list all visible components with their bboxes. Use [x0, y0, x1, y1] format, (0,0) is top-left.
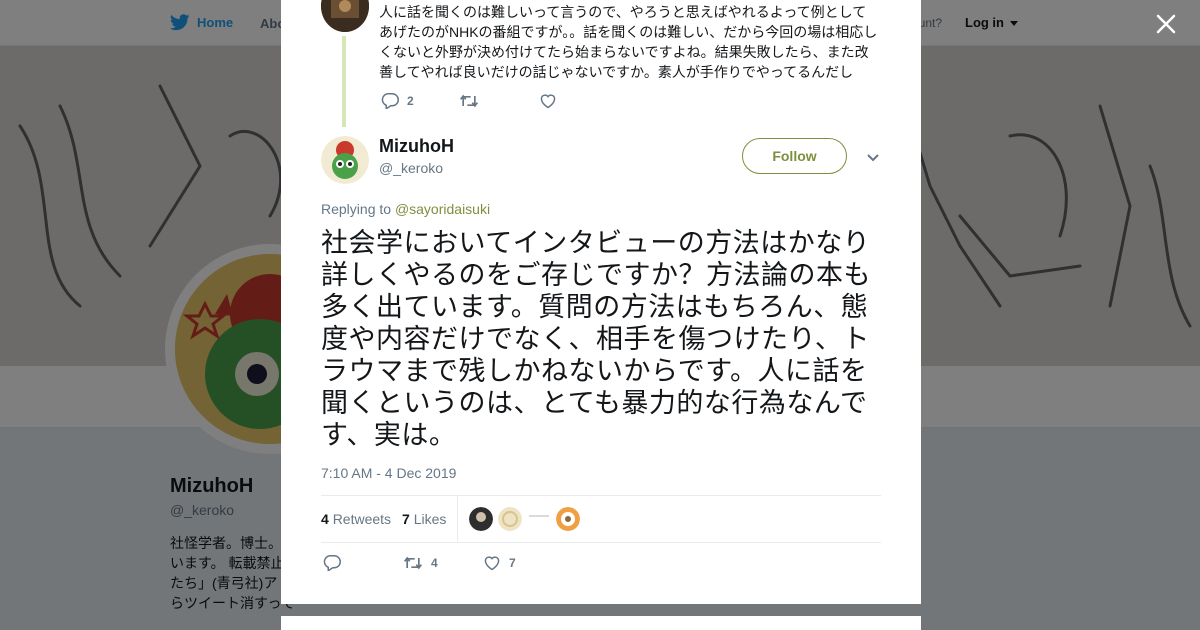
replying-prefix: Replying to [321, 201, 392, 217]
replying-mention-link[interactable]: @sayoridaisuki [395, 201, 490, 217]
parent-reply-button[interactable]: 2 [381, 92, 459, 109]
likes-stat[interactable]: 7 Likes [402, 511, 446, 527]
retweets-label: Retweets [332, 511, 392, 527]
author-name[interactable]: MizuhoH [379, 136, 454, 157]
retweets-stat[interactable]: 4 Retweets [321, 511, 391, 527]
parent-like-button[interactable] [539, 93, 565, 109]
liker-avatar[interactable] [527, 507, 551, 531]
parent-avatar-image [321, 0, 369, 32]
close-icon [1156, 14, 1176, 34]
like-icon [484, 555, 500, 570]
tweet-text: 社会学においてインタビューの方法はかなり詳しくやるのをご存じですか？方法論の本も… [321, 228, 871, 450]
author-handle[interactable]: @_keroko [379, 160, 443, 176]
modal-footer-edge [281, 616, 921, 630]
tweet-actions: 4 7 [323, 554, 516, 571]
tweet-menu-button[interactable] [865, 150, 881, 166]
reply-icon [381, 93, 399, 109]
like-button[interactable]: 7 [483, 555, 516, 571]
tweet-timestamp[interactable]: 7:10 AM - 4 Dec 2019 [321, 465, 456, 481]
parent-retweet-button[interactable] [459, 93, 539, 109]
parent-tweet-actions: 2 [381, 92, 565, 109]
author-avatar-image [321, 136, 369, 184]
retweet-count: 4 [431, 555, 438, 570]
thread-line [342, 36, 346, 127]
like-count: 7 [509, 555, 516, 570]
close-button[interactable] [1152, 10, 1180, 38]
retweet-icon [460, 94, 478, 107]
tweet-modal: 人に話を聞くのは難しいって言うので、やろうと思えばやれるよって例としてあげたのが… [281, 0, 921, 604]
reply-icon [323, 555, 341, 571]
parent-tweet-text: 人に話を聞くのは難しいって言うので、やろうと思えばやれるよって例としてあげたのが… [379, 4, 878, 80]
parent-tweet-avatar[interactable] [321, 0, 369, 32]
follow-button[interactable]: Follow [742, 138, 847, 174]
retweet-icon [404, 556, 422, 569]
parent-reply-count: 2 [407, 93, 414, 108]
like-icon [540, 93, 556, 108]
chevron-down-icon [867, 154, 879, 162]
liker-avatar[interactable] [556, 507, 580, 531]
likes-count: 7 [402, 511, 410, 527]
liker-avatar[interactable] [498, 507, 522, 531]
stats-divider [457, 496, 458, 542]
tweet-stats: 4 Retweets 7 Likes [321, 495, 881, 543]
liker-avatars [469, 507, 580, 531]
replying-to: Replying to @sayoridaisuki [321, 201, 490, 217]
author-avatar[interactable] [321, 136, 369, 184]
reply-button[interactable] [323, 554, 403, 571]
liker-avatar[interactable] [469, 507, 493, 531]
retweet-button[interactable]: 4 [403, 555, 483, 571]
likes-label: Likes [413, 511, 447, 527]
retweets-count: 4 [321, 511, 329, 527]
